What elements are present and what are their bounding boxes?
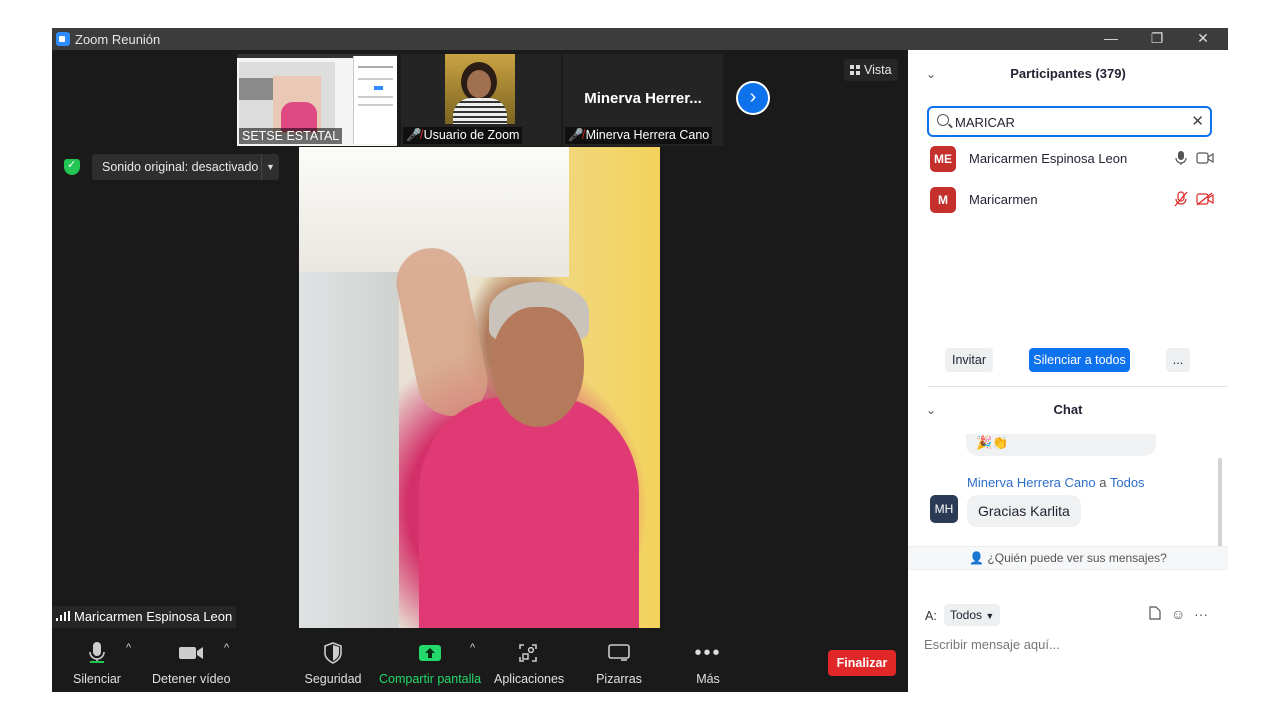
more-button[interactable]: ••• Más	[688, 640, 728, 687]
more-options-icon[interactable]: ···	[1194, 606, 1208, 622]
to-label: A:	[925, 609, 937, 623]
avatar: M	[930, 187, 956, 213]
thumbnail-label: 🎤̸ Usuario de Zoom	[403, 127, 523, 144]
message-recipient: Todos	[1109, 475, 1145, 490]
video-options-chevron-up-icon[interactable]: ^	[224, 642, 229, 654]
share-screen-arrow-icon	[379, 640, 481, 666]
participant-row[interactable]: ME Maricarmen Espinosa Leon	[908, 139, 1228, 179]
sender-connector: a	[1099, 475, 1107, 490]
shared-screen-document	[353, 56, 397, 144]
restore-button[interactable]: ❐	[1134, 28, 1180, 50]
audio-options-chevron-up-icon[interactable]: ^	[126, 642, 131, 654]
original-sound-toggle[interactable]: Sonido original: desactivado ▼	[92, 154, 279, 180]
participant-row[interactable]: M Maricarmen	[908, 180, 1228, 220]
file-icon[interactable]	[1149, 606, 1161, 623]
participant-video	[445, 54, 515, 124]
invite-button[interactable]: Invitar	[945, 348, 993, 372]
who-can-see-messages[interactable]: 👤 ¿Quién puede ver sus mensajes?	[908, 546, 1228, 570]
participant-display-name: Minerva Herrer...	[584, 90, 702, 107]
avatar: ME	[930, 146, 956, 172]
signal-strength-icon	[56, 611, 70, 621]
minimize-button[interactable]: —	[1088, 28, 1134, 50]
view-button[interactable]: Vista	[844, 59, 898, 81]
mute-button[interactable]: Silenciar	[66, 640, 128, 686]
video-camera-icon[interactable]	[1196, 151, 1214, 165]
stop-video-button[interactable]: Detener vídeo	[152, 640, 231, 686]
mute-all-button[interactable]: Silenciar a todos	[1029, 348, 1130, 372]
window-title: Zoom Reunión	[75, 32, 161, 47]
title-bar: Zoom Reunión — ❐ ✕	[52, 28, 1228, 50]
zoom-logo-icon	[56, 32, 70, 46]
microphone-icon[interactable]	[1174, 150, 1188, 166]
participants-more-button[interactable]: ...	[1166, 348, 1190, 372]
whiteboard-icon	[592, 640, 646, 666]
mic-muted-icon: 🎤̸	[406, 128, 422, 142]
thumbnail-label: 🎤̸ Minerva Herrera Cano	[565, 127, 713, 144]
meeting-toolbar: Silenciar ^ Detener vídeo ^ Seguridad Co…	[52, 634, 908, 692]
microphone-muted-icon[interactable]	[1174, 191, 1188, 207]
participants-header: ⌄ Participantes (379)	[908, 50, 1228, 98]
apps-icon	[494, 640, 562, 666]
encryption-shield-icon[interactable]	[64, 158, 80, 175]
right-panel: ⌄ Participantes (379) ✕ ME Maricarmen Es…	[908, 50, 1228, 692]
thumbnail-setse-estatal[interactable]: SETSE ESTATAL	[237, 54, 397, 146]
zoom-window: Zoom Reunión — ❐ ✕ SETSE ESTATAL 🎤̸ Usua…	[52, 28, 1228, 692]
share-options-chevron-up-icon[interactable]: ^	[470, 642, 475, 654]
sender-name[interactable]: Minerva Herrera Cano	[967, 475, 1096, 490]
chat-message-bubble: Gracias Karlita	[967, 495, 1081, 527]
grid-view-icon	[850, 65, 860, 75]
participants-title: Participantes (379)	[1010, 66, 1126, 81]
speaker-name-tag: Maricarmen Espinosa Leon	[52, 606, 237, 628]
next-page-button[interactable]: ›	[736, 81, 770, 115]
participant-search-box[interactable]: ✕	[927, 106, 1212, 137]
video-camera-icon	[152, 640, 230, 666]
avatar: MH	[930, 495, 958, 523]
security-shield-icon	[304, 640, 362, 666]
chevron-down-icon[interactable]: ▼	[261, 154, 279, 180]
more-dots-icon: •••	[694, 641, 722, 664]
whiteboards-button[interactable]: Pizarras	[592, 640, 646, 686]
thumbnail-label: SETSE ESTATAL	[239, 128, 343, 144]
original-sound-label: Sonido original: desactivado	[102, 160, 259, 174]
microphone-icon	[66, 640, 128, 666]
mic-muted-icon: 🎤̸	[568, 128, 584, 142]
active-speaker-video	[299, 147, 660, 628]
participant-name: Maricarmen Espinosa Leon	[969, 151, 1128, 166]
panel-divider	[928, 386, 1228, 387]
video-camera-off-icon[interactable]	[1196, 192, 1214, 206]
meeting-area: SETSE ESTATAL 🎤̸ Usuario de Zoom Minerva …	[52, 50, 908, 692]
participant-name: Maricarmen	[969, 192, 1038, 207]
thumbnail-minerva-herrera-cano[interactable]: Minerva Herrer... 🎤̸ Minerva Herrera Cano	[563, 54, 723, 146]
recipient-select[interactable]: Todos ▼	[944, 604, 1001, 626]
search-icon	[937, 114, 949, 126]
close-window-button[interactable]: ✕	[1180, 28, 1226, 50]
end-meeting-button[interactable]: Finalizar	[828, 650, 896, 676]
participant-search-input[interactable]	[955, 112, 1175, 132]
share-screen-button[interactable]: Compartir pantalla	[379, 640, 481, 686]
message-sender-line: Minerva Herrera Cano a Todos	[967, 475, 1145, 490]
apps-button[interactable]: Aplicaciones	[494, 640, 564, 686]
chat-message-bubble: 🎉👏	[966, 434, 1156, 456]
chat-title: Chat	[1053, 402, 1083, 417]
security-button[interactable]: Seguridad	[304, 640, 362, 686]
thumbnail-usuario-de-zoom[interactable]: 🎤̸ Usuario de Zoom	[401, 54, 561, 146]
chat-message-input[interactable]	[924, 634, 1214, 654]
emoji-icon[interactable]: ☺	[1171, 606, 1185, 622]
user-lock-icon: 👤	[969, 551, 985, 565]
chat-messages: 🎉👏 Minerva Herrera Cano a Todos MH Graci…	[908, 434, 1228, 542]
clear-search-icon[interactable]: ✕	[1191, 112, 1204, 130]
chevron-down-icon: ▼	[985, 611, 995, 621]
